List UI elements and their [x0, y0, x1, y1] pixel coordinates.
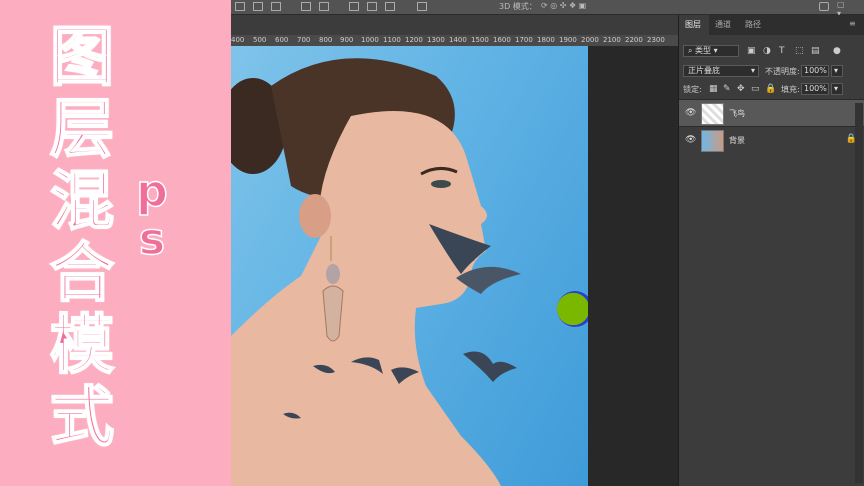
- layer-name[interactable]: 背景: [729, 135, 745, 146]
- subtitle-char: p: [136, 166, 169, 217]
- layers-panel: 图层 通道 路径 ≡ ⌕ 类型 ▾ ▣ ◑ T ⬚ ▤ ● 正片叠底 ▾ 不透明度…: [678, 15, 864, 486]
- ruler-tick: 2300: [647, 36, 665, 44]
- subtitle-char: s: [138, 214, 166, 265]
- ruler-tick: 1800: [537, 36, 555, 44]
- ruler-tick: 2000: [581, 36, 599, 44]
- chevron-down-icon: ▾: [750, 66, 755, 75]
- document-canvas[interactable]: [231, 46, 678, 486]
- filter-toggle-icon[interactable]: ●: [833, 46, 841, 56]
- fill-input[interactable]: 100%: [801, 83, 829, 95]
- lock-pixels-icon[interactable]: ✎: [723, 84, 731, 94]
- ps-subtitle: p s: [132, 166, 172, 265]
- vertical-title: 图 层 混 合 模 式: [42, 21, 122, 455]
- blend-mode-select[interactable]: 正片叠底 ▾: [683, 65, 759, 77]
- layer-thumbnail: [701, 103, 724, 125]
- visibility-eye-icon[interactable]: 👁: [685, 135, 696, 145]
- 3d-rotate-icon[interactable]: ⟳ ◎ ✣ ❖ ▣: [541, 1, 586, 10]
- distribute-middle-icon[interactable]: [319, 2, 329, 11]
- cursor-highlight: [557, 291, 588, 327]
- lock-label: 锁定:: [683, 85, 702, 94]
- title-char: 合: [49, 237, 115, 311]
- fill-label: 填充:: [781, 85, 800, 94]
- shape-filter-icon[interactable]: ⬚: [795, 46, 804, 56]
- opacity-dropdown[interactable]: ▾: [831, 65, 843, 77]
- panel-menu-icon[interactable]: ≡: [849, 19, 856, 28]
- composite-photo: [231, 46, 588, 486]
- panel-scrollbar[interactable]: [855, 103, 863, 483]
- distribute-left-icon[interactable]: [349, 2, 359, 11]
- distribute-right-icon[interactable]: [385, 2, 395, 11]
- lock-all-icon[interactable]: 🔒: [765, 84, 776, 94]
- ruler-tick: 1700: [515, 36, 533, 44]
- ruler-tick: 1000: [361, 36, 379, 44]
- align-center-icon[interactable]: [253, 2, 263, 11]
- artboard-lock-icon[interactable]: ▭: [751, 84, 760, 94]
- ruler-tick: 700: [297, 36, 311, 44]
- ruler-tick: 1500: [471, 36, 489, 44]
- ruler-tick: 1100: [383, 36, 401, 44]
- pixel-filter-icon[interactable]: ▣: [747, 46, 756, 56]
- options-bar: 3D 模式： ⟳ ◎ ✣ ❖ ▣ ▢ ▾: [231, 0, 864, 18]
- blend-row: 正片叠底 ▾ 不透明度: 100% ▾: [683, 65, 861, 79]
- document-tab-bar: [231, 15, 678, 36]
- ruler-tick: 1600: [493, 36, 511, 44]
- layer-thumbnail: [701, 130, 724, 152]
- woman-profile-illustration: [231, 58, 521, 486]
- fill-dropdown[interactable]: ▾: [831, 83, 843, 95]
- title-char: 图: [49, 21, 115, 95]
- ruler-tick: 400: [231, 36, 245, 44]
- tab-channels[interactable]: 通道: [715, 19, 731, 30]
- align-left-icon[interactable]: [235, 2, 245, 11]
- search-icon: ⌕: [688, 46, 696, 55]
- auto-align-icon[interactable]: [417, 2, 427, 11]
- workspace-icon[interactable]: [819, 2, 829, 11]
- tab-paths[interactable]: 路径: [745, 19, 761, 30]
- title-panel: 图 层 混 合 模 式 p s: [0, 0, 231, 486]
- window-buttons-icon[interactable]: ▢ ▾: [837, 0, 847, 18]
- lock-transparent-icon[interactable]: ▦: [709, 84, 718, 94]
- filter-row: ⌕ 类型 ▾ ▣ ◑ T ⬚ ▤ ●: [683, 45, 861, 59]
- filter-kind-select[interactable]: ⌕ 类型 ▾: [683, 45, 739, 57]
- layer-name[interactable]: 飞鸟: [729, 108, 745, 119]
- 3d-mode-label: 3D 模式：: [499, 2, 537, 11]
- ruler-tick: 900: [340, 36, 354, 44]
- smart-object-filter-icon[interactable]: ▤: [811, 46, 820, 56]
- layer-row-birds[interactable]: 👁 飞鸟: [679, 99, 864, 126]
- lock-position-icon[interactable]: ✥: [737, 84, 745, 94]
- tab-layers[interactable]: 图层: [685, 19, 701, 30]
- panel-tab-bar: 图层 通道 路径 ≡: [679, 15, 864, 35]
- title-char: 混: [49, 165, 115, 239]
- ruler-tick: 1400: [449, 36, 467, 44]
- visibility-eye-icon[interactable]: 👁: [685, 108, 696, 118]
- opacity-input[interactable]: 100%: [801, 65, 829, 77]
- ruler-tick: 500: [253, 36, 267, 44]
- adjustment-filter-icon[interactable]: ◑: [763, 46, 771, 56]
- title-char: 模: [49, 309, 115, 383]
- align-right-icon[interactable]: [271, 2, 281, 11]
- title-char: 式: [49, 381, 115, 455]
- distribute-top-icon[interactable]: [301, 2, 311, 11]
- layer-row-background[interactable]: 👁 背景 🔒: [679, 126, 864, 153]
- ruler-tick: 600: [275, 36, 289, 44]
- ruler-tick: 2200: [625, 36, 643, 44]
- ruler-tick: 2100: [603, 36, 621, 44]
- ruler-tick: 1300: [427, 36, 445, 44]
- lock-row: 锁定: ▦ ✎ ✥ ▭ 🔒 填充: 100% ▾: [683, 83, 861, 97]
- title-char: 层: [49, 93, 115, 167]
- type-filter-icon[interactable]: T: [779, 46, 785, 56]
- opacity-label: 不透明度:: [765, 67, 800, 76]
- photoshop-window: 3D 模式： ⟳ ◎ ✣ ❖ ▣ ▢ ▾ 400 500 600 700 800…: [231, 0, 864, 486]
- ruler-tick: 800: [319, 36, 333, 44]
- distribute-center-icon[interactable]: [367, 2, 377, 11]
- ruler-tick: 1200: [405, 36, 423, 44]
- ruler-tick: 1900: [559, 36, 577, 44]
